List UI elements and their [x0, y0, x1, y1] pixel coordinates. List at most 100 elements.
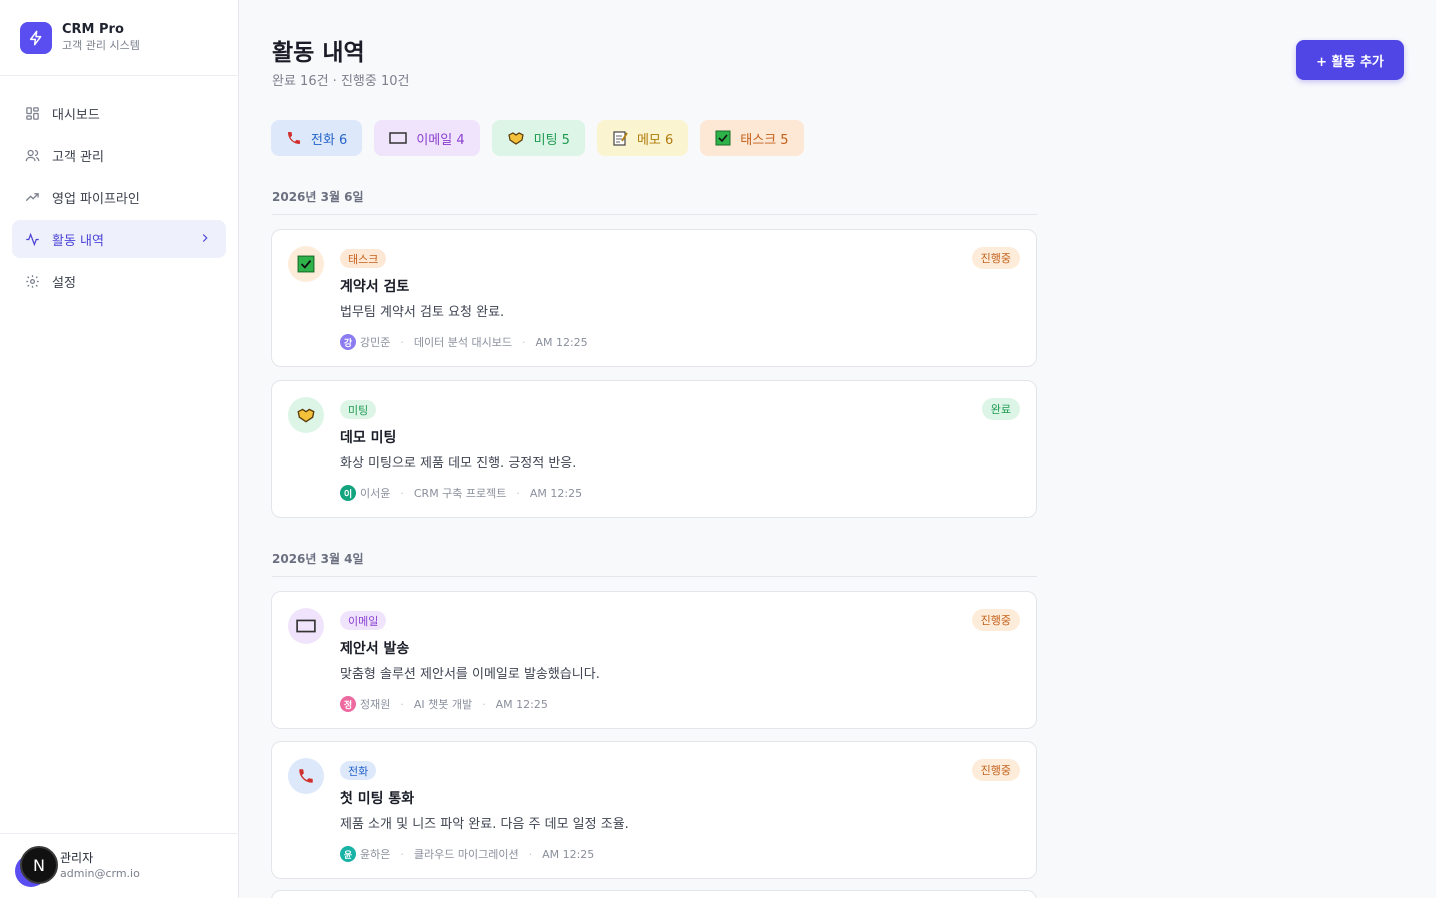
date-header: 2026년 3월 4일	[272, 550, 1037, 577]
sidebar-item-label: 영업 파이프라인	[52, 191, 140, 207]
main-content: 활동 내역 완료 16건 · 진행중 10건 + 활동 추가 전화 6 이메일 …	[239, 0, 1436, 898]
activity-card[interactable]: 이메일 제안서 발송 맞춤형 솔루션 제안서를 이메일로 발송했습니다. 정 정…	[271, 591, 1037, 729]
type-badge: 태스크	[340, 249, 387, 268]
avatar: 강	[340, 334, 356, 350]
user-email: admin@crm.io	[60, 867, 140, 880]
activity-card[interactable]: 미팅 데모 미팅 화상 미팅으로 제품 데모 진행. 긍정적 반응. 이 이서윤…	[271, 380, 1037, 518]
filter-chips: 전화 6 이메일 4 미팅 5 메모 6 태스크 5	[271, 120, 816, 156]
activity-meta: 강 강민준 · 데이터 분석 대시보드 · AM 12:25	[340, 334, 588, 350]
activity-project: 데이터 분석 대시보드	[413, 336, 512, 349]
sidebar-item-dashboard[interactable]: 대시보드	[12, 94, 226, 132]
separator: ·	[400, 335, 404, 349]
type-badge: 이메일	[340, 611, 387, 630]
filter-label: 이메일 4	[416, 132, 465, 148]
filter-meeting[interactable]: 미팅 5	[491, 120, 585, 156]
filter-email[interactable]: 이메일 4	[374, 120, 480, 156]
filter-call[interactable]: 전화 6	[271, 120, 363, 156]
filter-task[interactable]: 태스크 5	[700, 120, 804, 156]
users-icon	[24, 147, 40, 163]
separator: ·	[516, 486, 520, 500]
envelope-icon	[389, 131, 408, 145]
avatar: N	[20, 846, 58, 884]
activity-icon	[24, 231, 40, 247]
chevron-right-icon	[198, 231, 212, 249]
separator: ·	[482, 697, 486, 711]
activity-user: 이서윤	[360, 487, 391, 500]
activity-user: 강민준	[360, 336, 391, 349]
memo-icon	[612, 130, 628, 146]
separator: ·	[400, 697, 404, 711]
status-badge: 진행중	[971, 247, 1020, 269]
sidebar-item-activity[interactable]: 활동 내역	[12, 220, 226, 258]
handshake-icon	[288, 397, 324, 433]
sidebar-item-label: 활동 내역	[52, 233, 104, 249]
status-badge: 완료	[981, 398, 1020, 420]
activity-title: 첫 미팅 통화	[340, 791, 415, 807]
envelope-icon	[288, 608, 324, 644]
lightning-icon	[20, 21, 52, 54]
activity-project: AI 챗봇 개발	[413, 698, 473, 711]
activity-card[interactable]: 태스크 계약서 검토 법무팀 계약서 검토 요청 완료. 강 강민준 · 데이터…	[271, 229, 1037, 367]
date-header: 2026년 3월 6일	[272, 188, 1037, 215]
activity-meta: 윤 윤하은 · 클라우드 마이그레이션 · AM 12:25	[340, 846, 594, 862]
separator: ·	[400, 486, 404, 500]
filter-label: 메모 6	[636, 132, 674, 148]
activity-meta: 이 이서윤 · CRM 구축 프로젝트 · AM 12:25	[340, 485, 582, 501]
sidebar-nav: 대시보드 고객 관리 영업 파이프라인 활동 내역 설정	[0, 76, 238, 300]
filter-label: 태스크 5	[740, 132, 789, 148]
separator: ·	[528, 847, 533, 861]
sidebar-item-label: 대시보드	[52, 107, 100, 123]
brand-subtitle: 고객 관리 시스템	[62, 39, 140, 52]
activity-description: 법무팀 계약서 검토 요청 완료.	[340, 305, 505, 320]
activity-title: 계약서 검토	[340, 279, 410, 295]
phone-icon	[288, 758, 324, 794]
sidebar-item-settings[interactable]: 설정	[12, 262, 226, 300]
activity-user: 정재원	[360, 698, 391, 711]
activity-user: 윤하은	[360, 848, 391, 861]
user-profile[interactable]: N 관리자 admin@crm.io	[0, 833, 239, 898]
avatar: 윤	[340, 846, 356, 862]
checkbox-icon	[288, 246, 324, 282]
filter-memo[interactable]: 메모 6	[596, 120, 689, 156]
status-badge: 진행중	[971, 609, 1020, 631]
separator: ·	[400, 847, 404, 861]
activity-card[interactable]	[271, 890, 1037, 898]
activity-description: 제품 소개 및 니즈 파악 완료. 다음 주 데모 일정 조율.	[340, 817, 629, 832]
brand-title: CRM Pro	[62, 22, 124, 37]
add-activity-button[interactable]: + 활동 추가	[1296, 40, 1404, 80]
activity-project: 클라우드 마이그레이션	[413, 848, 519, 861]
sidebar-item-pipeline[interactable]: 영업 파이프라인	[12, 178, 226, 216]
handshake-icon	[507, 130, 525, 146]
separator: ·	[521, 335, 526, 349]
sidebar-item-label: 설정	[52, 275, 76, 291]
activity-project: CRM 구축 프로젝트	[413, 487, 507, 500]
activity-card[interactable]: 전화 첫 미팅 통화 제품 소개 및 니즈 파악 완료. 다음 주 데모 일정 …	[271, 741, 1037, 879]
avatar: 정	[340, 696, 356, 712]
type-badge: 전화	[340, 761, 377, 780]
user-name: 관리자	[60, 851, 94, 865]
sidebar-item-label: 고객 관리	[52, 149, 104, 165]
page-title: 활동 내역	[272, 40, 365, 66]
avatar: 이	[340, 485, 356, 501]
status-badge: 진행중	[971, 759, 1020, 781]
activity-time: AM 12:25	[535, 335, 588, 349]
activity-title: 제안서 발송	[340, 641, 410, 657]
activity-time: AM 12:25	[529, 486, 583, 500]
filter-label: 전화 6	[311, 132, 348, 148]
brand[interactable]: CRM Pro 고객 관리 시스템	[0, 0, 238, 76]
activity-description: 맞춤형 솔루션 제안서를 이메일로 발송했습니다.	[340, 667, 600, 682]
activity-meta: 정 정재원 · AI 챗봇 개발 · AM 12:25	[340, 696, 548, 712]
sidebar: CRM Pro 고객 관리 시스템 대시보드 고객 관리 영업 파이프라인 활동…	[0, 0, 239, 898]
activity-time: AM 12:25	[542, 847, 595, 861]
trending-up-icon	[24, 189, 40, 205]
activity-title: 데모 미팅	[340, 430, 397, 446]
sidebar-item-customers[interactable]: 고객 관리	[12, 136, 226, 174]
checkbox-icon	[715, 130, 731, 146]
page-subtitle: 완료 16건 · 진행중 10건	[272, 74, 410, 89]
filter-label: 미팅 5	[533, 132, 570, 148]
phone-icon	[286, 130, 302, 146]
grid-icon	[24, 105, 40, 121]
gear-icon	[24, 273, 40, 289]
type-badge: 미팅	[340, 400, 377, 419]
activity-description: 화상 미팅으로 제품 데모 진행. 긍정적 반응.	[340, 456, 577, 471]
